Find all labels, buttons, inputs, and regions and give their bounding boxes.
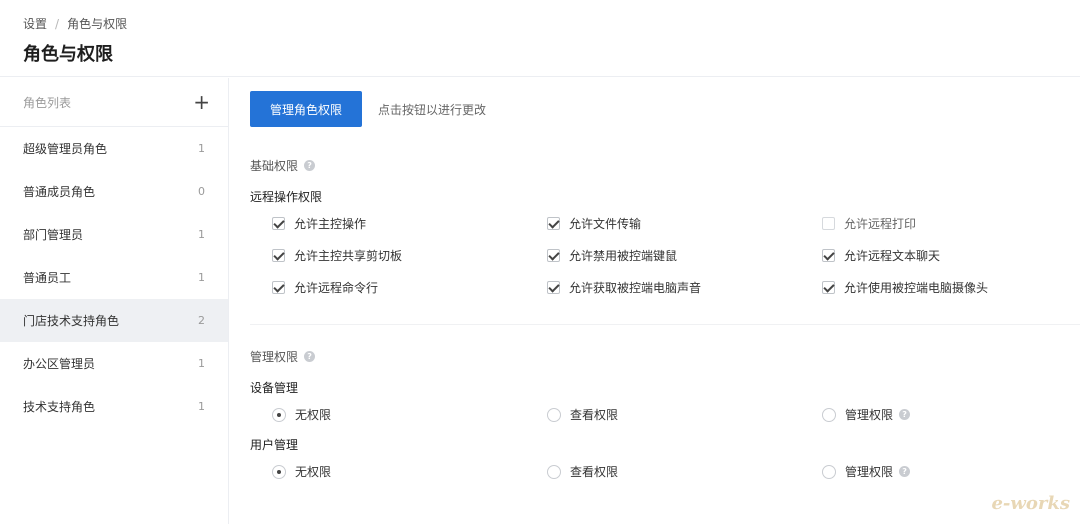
radio-selected[interactable] — [272, 464, 286, 479]
permission-checkbox[interactable]: 允许主控操作 — [272, 215, 366, 232]
checkbox-checked[interactable] — [272, 249, 285, 262]
role-count: 1 — [198, 228, 205, 241]
role-name: 普通员工 — [23, 271, 72, 285]
role-name: 部门管理员 — [23, 228, 84, 242]
radio-selected[interactable] — [272, 407, 286, 422]
role-count: 2 — [198, 314, 205, 327]
radio-unselected[interactable] — [822, 464, 836, 479]
radio-unselected[interactable] — [547, 407, 561, 422]
permission-checkbox[interactable]: 允许文件传输 — [547, 215, 641, 232]
role-name: 办公区管理员 — [23, 357, 96, 371]
toolbar-hint: 点击按钮以进行更改 — [378, 102, 487, 117]
role-item[interactable]: 技术支持角色 1 — [0, 385, 228, 428]
checkbox-label: 允许远程命令行 — [294, 281, 379, 295]
basic-permissions-title: 基础权限 ? — [250, 157, 316, 174]
role-item[interactable]: 超级管理员角色 1 — [0, 127, 228, 170]
permissions-panel: 管理角色权限 点击按钮以进行更改 基础权限 ? 远程操作权限 允许主控操作 允许… — [250, 91, 1080, 479]
checkbox-label: 允许主控共享剪切板 — [294, 249, 403, 263]
checkbox-label: 允许文件传输 — [569, 217, 642, 231]
permission-checkbox[interactable]: 允许获取被控端电脑声音 — [547, 279, 701, 296]
permission-radio[interactable]: 管理权限? — [822, 406, 911, 423]
role-name: 技术支持角色 — [23, 400, 96, 414]
help-icon[interactable]: ? — [899, 409, 911, 420]
radio-unselected[interactable] — [547, 464, 561, 479]
breadcrumb: 设置 / 角色与权限 — [23, 15, 127, 32]
user-management-title: 用户管理 — [250, 438, 299, 452]
manage-permissions-label: 管理权限 — [250, 350, 299, 364]
role-count: 1 — [198, 400, 205, 413]
role-count: 1 — [198, 271, 205, 284]
checkbox-checked[interactable] — [547, 281, 560, 294]
remote-ops-title: 远程操作权限 — [250, 190, 323, 204]
checkbox-checked[interactable] — [822, 281, 835, 294]
basic-permissions-label: 基础权限 — [250, 159, 299, 173]
radio-label: 无权限 — [295, 408, 332, 422]
help-icon[interactable]: ? — [304, 351, 316, 362]
role-item-selected[interactable]: 门店技术支持角色 2 — [0, 299, 228, 342]
role-list-label: 角色列表 — [23, 95, 72, 110]
help-icon[interactable]: ? — [899, 466, 911, 477]
checkbox-label: 允许远程打印 — [844, 217, 917, 231]
role-count: 1 — [198, 357, 205, 370]
permission-radio[interactable]: 查看权限 — [547, 406, 618, 423]
role-name: 普通成员角色 — [23, 185, 96, 199]
permission-radio[interactable]: 管理权限? — [822, 463, 911, 480]
permission-radio[interactable]: 无权限 — [272, 406, 331, 423]
radio-label: 无权限 — [295, 465, 332, 479]
radio-label: 管理权限 — [845, 465, 894, 479]
radio-unselected[interactable] — [822, 407, 836, 422]
checkbox-label: 允许禁用被控端键鼠 — [569, 249, 678, 263]
radio-label: 管理权限 — [845, 408, 894, 422]
checkbox-label: 允许主控操作 — [294, 217, 367, 231]
checkbox-label: 允许使用被控端电脑摄像头 — [844, 281, 989, 295]
role-sidebar: 角色列表 + 超级管理员角色 1 普通成员角色 0 部门管理员 1 普通员工 1 门店技… — [0, 78, 229, 524]
permission-radio[interactable]: 查看权限 — [547, 463, 618, 480]
breadcrumb-current: 角色与权限 — [67, 17, 128, 31]
section-divider — [250, 324, 1080, 325]
role-count: 0 — [198, 185, 205, 198]
breadcrumb-separator: / — [55, 16, 60, 31]
role-item[interactable]: 部门管理员 1 — [0, 213, 228, 256]
permission-checkbox[interactable]: 允许禁用被控端键鼠 — [547, 247, 677, 264]
breadcrumb-root[interactable]: 设置 — [23, 15, 47, 32]
role-item[interactable]: 普通员工 1 — [0, 256, 228, 299]
checkbox-checked[interactable] — [547, 217, 560, 230]
watermark-logo: e-works — [991, 493, 1070, 514]
role-name: 门店技术支持角色 — [23, 314, 120, 328]
radio-label: 查看权限 — [570, 408, 619, 422]
checkbox-checked[interactable] — [272, 217, 285, 230]
permission-checkbox[interactable]: 允许远程文本聊天 — [822, 247, 940, 264]
checkbox-checked[interactable] — [547, 249, 560, 262]
toolbar: 管理角色权限 点击按钮以进行更改 — [250, 91, 1080, 127]
role-item[interactable]: 办公区管理员 1 — [0, 342, 228, 385]
manage-role-permissions-button[interactable]: 管理角色权限 — [250, 91, 362, 127]
device-management-title: 设备管理 — [250, 381, 299, 395]
radio-label: 查看权限 — [570, 465, 619, 479]
page-header: 设置 / 角色与权限 角色与权限 — [0, 0, 1080, 77]
checkbox-label: 允许远程文本聊天 — [844, 249, 941, 263]
permission-checkbox[interactable]: 允许远程打印 — [822, 215, 916, 232]
checkbox-label: 允许获取被控端电脑声音 — [569, 281, 702, 295]
permission-checkbox[interactable]: 允许主控共享剪切板 — [272, 247, 402, 264]
permission-checkbox[interactable]: 允许远程命令行 — [272, 279, 378, 296]
checkbox-checked[interactable] — [822, 249, 835, 262]
role-item[interactable]: 普通成员角色 0 — [0, 170, 228, 213]
role-list: 超级管理员角色 1 普通成员角色 0 部门管理员 1 普通员工 1 门店技术支持角色 2 … — [0, 127, 228, 428]
help-icon[interactable]: ? — [304, 160, 316, 171]
add-role-icon[interactable]: + — [193, 92, 210, 112]
page-title: 角色与权限 — [23, 44, 113, 65]
manage-permissions-title: 管理权限 ? — [250, 348, 316, 365]
permission-radio[interactable]: 无权限 — [272, 463, 331, 480]
permission-checkbox[interactable]: 允许使用被控端电脑摄像头 — [822, 279, 988, 296]
role-list-header: 角色列表 + — [0, 78, 228, 127]
role-count: 1 — [198, 142, 205, 155]
checkbox-checked[interactable] — [272, 281, 285, 294]
checkbox-unchecked[interactable] — [822, 217, 835, 230]
role-name: 超级管理员角色 — [23, 142, 108, 156]
